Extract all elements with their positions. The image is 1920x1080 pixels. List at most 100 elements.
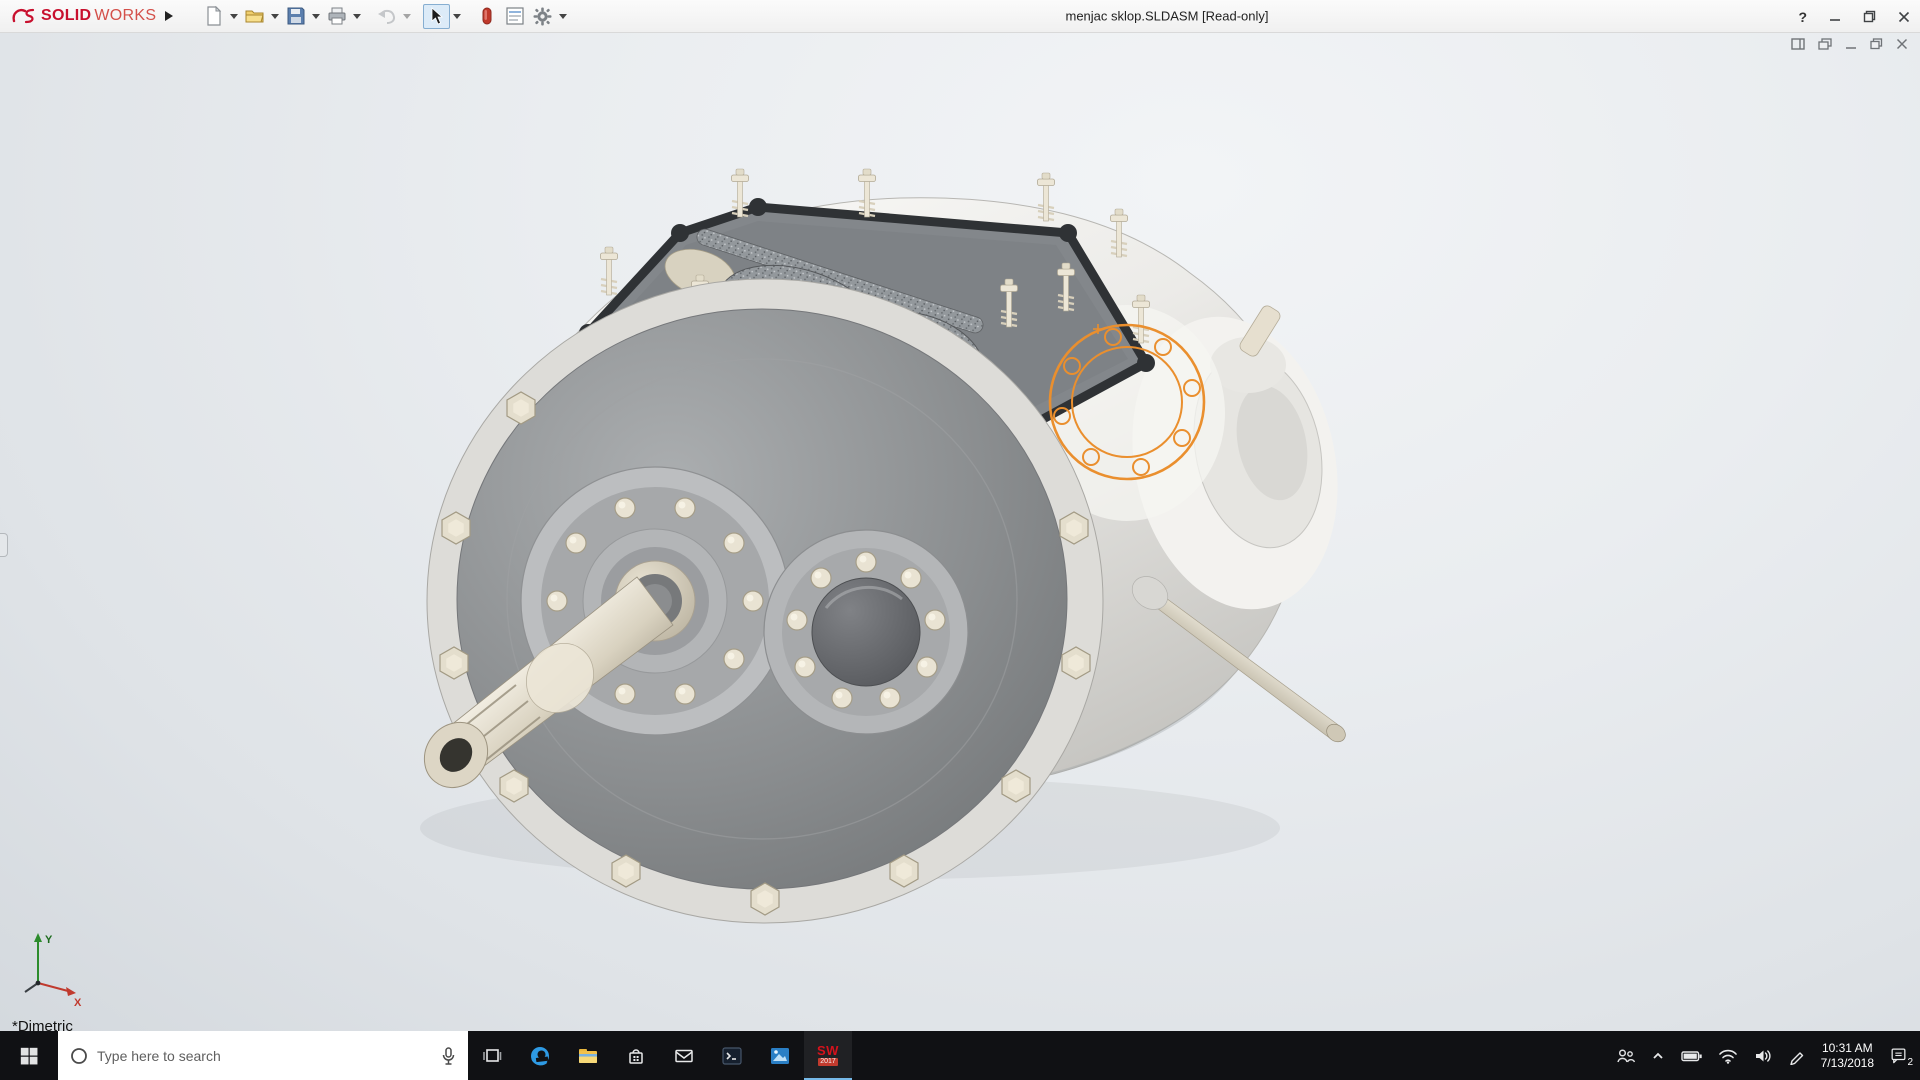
volume-icon	[1753, 1048, 1773, 1064]
y-axis-arrow-icon	[34, 933, 42, 942]
window-restore-icon	[1870, 38, 1883, 50]
action-center-icon	[1889, 1046, 1908, 1065]
open-button[interactable]	[241, 4, 268, 29]
chevron-up-icon	[1650, 1049, 1666, 1063]
battery-button[interactable]	[1681, 1049, 1703, 1063]
appearance-capsule-icon	[481, 7, 493, 25]
task-pane-button[interactable]	[501, 4, 528, 29]
undo-dropdown[interactable]	[401, 4, 413, 29]
window-title: menjac sklop.SLDASM [Read-only]	[1065, 9, 1268, 24]
open-folder-icon	[245, 7, 265, 25]
solidworks-logo: SOLIDWORKS	[10, 6, 156, 26]
x-axis-label: X	[74, 997, 82, 1009]
battery-icon	[1681, 1049, 1703, 1063]
windows-taskbar: SW 2017	[0, 1031, 1920, 1080]
chevron-down-icon	[559, 14, 567, 19]
restore-button[interactable]	[1863, 10, 1876, 23]
windows-ink-button[interactable]	[1788, 1047, 1806, 1065]
doc-restore-button[interactable]	[1870, 38, 1883, 50]
app-icon-solidworks[interactable]: SW 2017	[804, 1031, 852, 1080]
options-button[interactable]	[529, 4, 556, 29]
taskbar-search[interactable]	[58, 1031, 468, 1080]
print-dropdown[interactable]	[351, 4, 363, 29]
window-close-icon	[1898, 11, 1910, 23]
save-button[interactable]	[282, 4, 309, 29]
options-dropdown[interactable]	[557, 4, 569, 29]
people-button[interactable]	[1615, 1047, 1635, 1065]
select-tool-button[interactable]	[423, 4, 450, 29]
chevron-down-icon	[271, 14, 279, 19]
sw-icon-year: 2017	[818, 1058, 838, 1066]
task-pane-list-icon	[506, 7, 524, 25]
doc-pane-button[interactable]	[1791, 38, 1805, 50]
close-button[interactable]	[1898, 11, 1910, 23]
reference-triad: Y X	[16, 925, 90, 1009]
open-dropdown[interactable]	[269, 4, 281, 29]
store-icon	[624, 1044, 648, 1068]
undo-button[interactable]	[373, 4, 400, 29]
minimize-button[interactable]	[1829, 11, 1841, 23]
help-button[interactable]: ?	[1798, 9, 1807, 25]
app-icon-edge[interactable]	[516, 1031, 564, 1080]
window-close-icon	[1896, 38, 1908, 50]
window-minimize-icon	[1845, 38, 1857, 50]
chevron-down-icon	[230, 14, 238, 19]
doc-minimize-button[interactable]	[1845, 38, 1857, 50]
task-view-button[interactable]	[468, 1031, 516, 1080]
app-icon-file-explorer[interactable]	[564, 1031, 612, 1080]
select-cursor-icon	[430, 7, 444, 25]
app-icon-terminal[interactable]	[708, 1031, 756, 1080]
new-document-icon	[205, 6, 223, 26]
sw-icon-text: SW	[817, 1045, 839, 1057]
quick-access-toolbar	[200, 4, 569, 29]
hidden-icons-button[interactable]	[1650, 1049, 1666, 1063]
save-floppy-icon	[287, 7, 305, 25]
menu-expand-arrow[interactable]	[164, 10, 174, 22]
printer-icon	[327, 7, 347, 25]
window-restore-icon	[1863, 10, 1876, 23]
app-icon-store[interactable]	[612, 1031, 660, 1080]
options-gear-icon	[533, 7, 552, 26]
clock-time: 10:31 AM	[1821, 1041, 1874, 1056]
notification-badge: 2	[1907, 1058, 1913, 1068]
graphics-viewport[interactable]: Y X *Dimetric	[0, 33, 1920, 1031]
app-icon-mail[interactable]	[660, 1031, 708, 1080]
appearance-button[interactable]	[473, 4, 500, 29]
new-document-button[interactable]	[200, 4, 227, 29]
print-button[interactable]	[323, 4, 350, 29]
network-button[interactable]	[1718, 1048, 1738, 1064]
chevron-down-icon	[453, 14, 461, 19]
microphone-icon[interactable]	[441, 1047, 456, 1065]
volume-button[interactable]	[1753, 1048, 1773, 1064]
window-pane-icon	[1791, 38, 1805, 50]
doc-cascade-button[interactable]	[1818, 38, 1832, 50]
view-orientation-label: *Dimetric	[12, 1018, 73, 1031]
doc-close-button[interactable]	[1896, 38, 1908, 50]
app-icon-photos[interactable]	[756, 1031, 804, 1080]
select-tool-dropdown[interactable]	[451, 4, 463, 29]
windows-logo-icon	[19, 1046, 39, 1066]
taskbar-search-input[interactable]	[97, 1048, 432, 1064]
clock-date: 7/13/2018	[1821, 1056, 1874, 1071]
save-dropdown[interactable]	[310, 4, 322, 29]
ds-logo-icon	[10, 6, 38, 26]
windows-ink-icon	[1788, 1047, 1806, 1065]
new-document-dropdown[interactable]	[228, 4, 240, 29]
cortana-circle-icon	[70, 1047, 88, 1065]
chevron-down-icon	[403, 14, 411, 19]
bearing-cover[interactable]	[764, 530, 968, 734]
feature-manager-collapsed-tab[interactable]	[0, 533, 8, 557]
action-center-button[interactable]: 2	[1889, 1046, 1908, 1065]
titlebar: SOLIDWORKS	[0, 0, 1920, 33]
play-arrow-icon	[164, 10, 174, 22]
photos-icon	[768, 1044, 792, 1068]
window-cascade-icon	[1818, 38, 1832, 50]
y-axis-label: Y	[45, 934, 53, 946]
solidworks-window: SOLIDWORKS	[0, 0, 1920, 1080]
taskbar-clock[interactable]: 10:31 AM 7/13/2018	[1821, 1041, 1874, 1071]
scene-3d[interactable]	[0, 33, 1920, 1031]
system-tray: 10:31 AM 7/13/2018 2	[1603, 1031, 1920, 1080]
chevron-down-icon	[312, 14, 320, 19]
start-button[interactable]	[0, 1031, 58, 1080]
mail-icon	[672, 1044, 696, 1068]
